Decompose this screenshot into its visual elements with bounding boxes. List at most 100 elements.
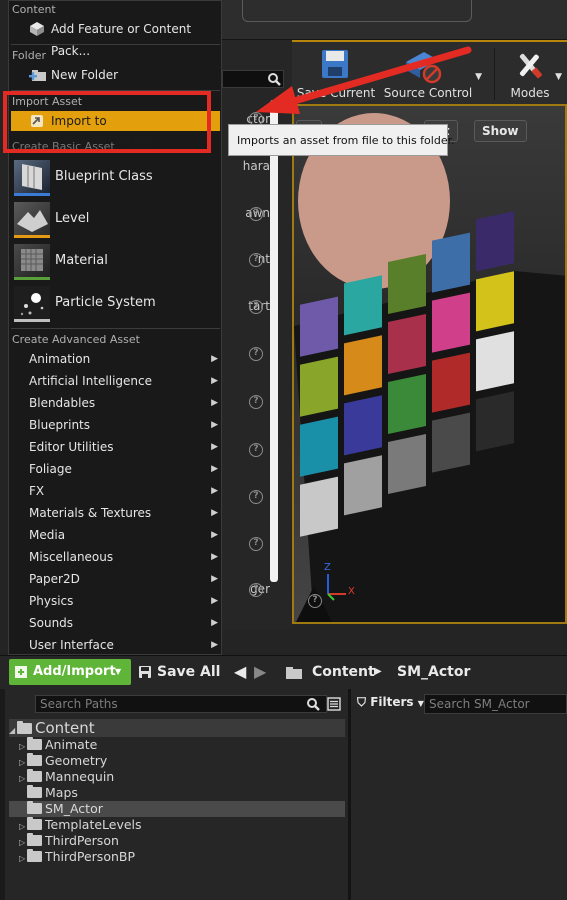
menu-item-advanced[interactable]: Animation ▶ bbox=[11, 348, 220, 370]
blueprint-class-icon bbox=[14, 160, 50, 196]
breadcrumb-sm-actor[interactable]: SM_Actor bbox=[397, 659, 470, 685]
help-icon[interactable]: ? bbox=[249, 347, 263, 361]
history-forward-icon[interactable]: ▶ bbox=[254, 659, 266, 685]
checker-swatch bbox=[476, 331, 514, 392]
menu-item-advanced[interactable]: Miscellaneous ▶ bbox=[11, 546, 220, 568]
menu-item-advanced[interactable]: Sounds ▶ bbox=[11, 612, 220, 634]
menu-item-advanced[interactable]: Paper2D ▶ bbox=[11, 568, 220, 590]
tree-folder-item[interactable]: ▷ Mannequin bbox=[19, 769, 114, 785]
help-icon[interactable]: ? bbox=[249, 583, 263, 597]
checker-swatch bbox=[432, 412, 470, 473]
filters-button[interactable]: ⛉ Filters ▼ bbox=[357, 695, 424, 710]
submenu-arrow-icon: ▶ bbox=[211, 530, 218, 540]
help-icon[interactable]: ? bbox=[249, 207, 263, 221]
folder-icon bbox=[27, 785, 42, 798]
section-header-folder: Folder bbox=[12, 49, 46, 62]
submenu-arrow-icon: ▶ bbox=[211, 464, 218, 474]
menu-item-add-feature[interactable]: Add Feature or Content Pack... bbox=[11, 18, 220, 58]
menu-divider bbox=[11, 44, 220, 45]
checker-swatch bbox=[300, 356, 338, 417]
asset-view-panel: ⛉ Filters ▼ Search SM_Actor bbox=[351, 689, 567, 900]
breadcrumb-content[interactable]: Content bbox=[312, 659, 375, 685]
expander-arrow-icon[interactable]: ◢ bbox=[9, 722, 17, 740]
details-scrollbar[interactable] bbox=[270, 100, 278, 582]
folder-icon bbox=[17, 721, 32, 734]
wrench-screwdriver-icon bbox=[519, 53, 543, 79]
add-import-button[interactable]: Add/Import ▼ bbox=[9, 659, 131, 685]
submenu-arrow-icon: ▶ bbox=[211, 486, 218, 496]
chevron-down-icon[interactable]: ▼ bbox=[555, 72, 562, 82]
folder-icon bbox=[27, 769, 42, 782]
menu-item-advanced[interactable]: Blueprints ▶ bbox=[11, 414, 220, 436]
help-icon[interactable]: ? bbox=[249, 253, 263, 267]
help-icon[interactable]: ? bbox=[249, 490, 263, 504]
help-icon[interactable]: ? bbox=[249, 395, 263, 409]
content-pack-icon bbox=[30, 22, 44, 36]
tree-folder-item[interactable]: ▷ TemplateLevels bbox=[19, 817, 142, 833]
submenu-arrow-icon: ▶ bbox=[211, 618, 218, 628]
level-viewport[interactable]: Lit Show Z X ? bbox=[292, 104, 567, 624]
viewport-scene bbox=[294, 113, 565, 622]
search-paths-input[interactable]: Search Paths bbox=[35, 695, 327, 713]
tree-root-content[interactable]: ◢ Content bbox=[9, 719, 345, 737]
chevron-down-icon: ▼ bbox=[115, 667, 122, 676]
checker-swatch bbox=[300, 416, 338, 477]
checker-swatch bbox=[344, 335, 382, 396]
new-folder-icon bbox=[29, 70, 46, 81]
help-icon[interactable]: ? bbox=[249, 537, 263, 551]
checker-swatch bbox=[344, 455, 382, 516]
menu-item-material[interactable]: Material bbox=[11, 242, 220, 282]
menu-item-advanced[interactable]: Editor Utilities ▶ bbox=[11, 436, 220, 458]
menu-item-level[interactable]: Level bbox=[11, 200, 220, 240]
help-icon[interactable]: ? bbox=[308, 594, 322, 608]
view-options-icon[interactable] bbox=[327, 697, 341, 711]
menu-item-advanced[interactable]: Media ▶ bbox=[11, 524, 220, 546]
expander-arrow-icon[interactable]: ▷ bbox=[19, 851, 27, 867]
menu-item-advanced[interactable]: Foliage ▶ bbox=[11, 458, 220, 480]
checker-swatch bbox=[388, 433, 426, 495]
checker-swatch bbox=[300, 476, 338, 537]
submenu-arrow-icon: ▶ bbox=[211, 640, 218, 650]
menu-item-advanced[interactable]: FX ▶ bbox=[11, 480, 220, 502]
folder-icon bbox=[27, 753, 42, 766]
tree-folder-item[interactable]: ▷ Geometry bbox=[19, 753, 107, 769]
tree-folder-item[interactable]: Maps bbox=[19, 785, 78, 801]
tree-folder-item[interactable]: SM_Actor bbox=[9, 801, 345, 817]
tree-folder-item[interactable]: ▷ ThirdPerson bbox=[19, 833, 119, 849]
checker-swatch bbox=[476, 391, 514, 452]
menu-item-blueprint-class[interactable]: Blueprint Class bbox=[11, 158, 220, 198]
folder-label: ThirdPerson bbox=[45, 833, 119, 848]
sources-panel: Search Paths ◢ Content ▷ Animate ▷ Geometry ▷ M… bbox=[5, 689, 348, 900]
folder-label: Animate bbox=[45, 737, 98, 752]
submenu-arrow-icon: ▶ bbox=[211, 442, 218, 452]
folder-label: SM_Actor bbox=[45, 801, 103, 816]
axis-x-label: X bbox=[348, 586, 355, 597]
help-icon[interactable]: ? bbox=[249, 300, 263, 314]
menu-item-advanced[interactable]: Physics ▶ bbox=[11, 590, 220, 612]
menu-item-particle-system[interactable]: Particle System bbox=[11, 284, 220, 324]
search-assets-input[interactable]: Search SM_Actor bbox=[424, 694, 567, 714]
tree-folder-item[interactable]: ▷ Animate bbox=[19, 737, 97, 753]
submenu-arrow-icon: ▶ bbox=[211, 376, 218, 386]
editor-top-strip bbox=[222, 0, 567, 40]
breadcrumb-separator-icon[interactable]: ▶ bbox=[374, 659, 382, 685]
menu-item-advanced[interactable]: Artificial Intelligence ▶ bbox=[11, 370, 220, 392]
checker-swatch bbox=[476, 271, 514, 332]
menu-divider bbox=[11, 328, 220, 329]
tree-folder-item[interactable]: ▷ ThirdPersonBP bbox=[19, 849, 135, 865]
history-back-icon[interactable]: ◀ bbox=[234, 659, 246, 685]
section-header-content: Content bbox=[12, 3, 56, 16]
menu-item-advanced[interactable]: Materials & Textures ▶ bbox=[11, 502, 220, 524]
checker-swatch bbox=[300, 296, 338, 357]
folder-icon bbox=[27, 833, 42, 846]
checker-swatch bbox=[344, 275, 382, 336]
submenu-arrow-icon: ▶ bbox=[211, 574, 218, 584]
menu-item-new-folder[interactable]: New Folder bbox=[11, 64, 220, 86]
menu-item-advanced[interactable]: User Interface ▶ bbox=[11, 634, 220, 656]
submenu-arrow-icon: ▶ bbox=[211, 420, 218, 430]
menu-item-advanced[interactable]: Blendables ▶ bbox=[11, 392, 220, 414]
help-icon[interactable]: ? bbox=[249, 443, 263, 457]
annotation-highlight-box bbox=[3, 91, 211, 153]
submenu-arrow-icon: ▶ bbox=[211, 596, 218, 606]
modes-button[interactable]: Modes ▼ bbox=[500, 46, 562, 104]
